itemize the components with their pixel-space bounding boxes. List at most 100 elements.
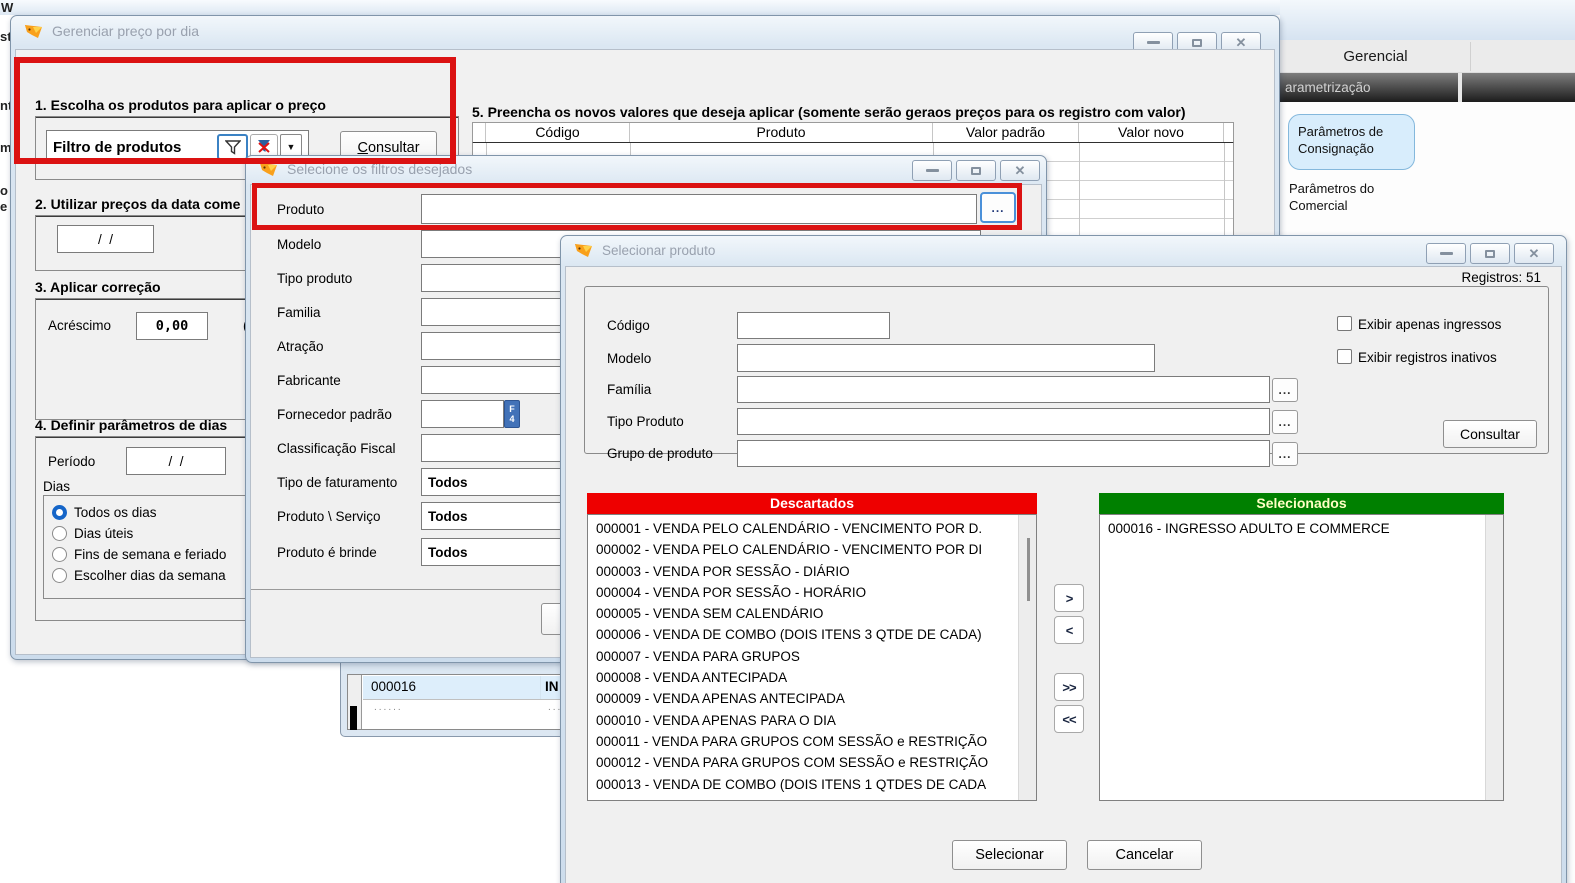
familia-lookup-button[interactable]: ... <box>1272 378 1298 402</box>
close-icon: ✕ <box>1529 247 1540 260</box>
window-selecionar-produto: Selecionar produto ✕ Registros: 51 Códig… <box>560 235 1567 883</box>
filter-icon-button[interactable] <box>217 134 248 160</box>
checkbox-label: Exibir registros inativos <box>1358 350 1497 365</box>
nav-item-parametros-consignacao[interactable]: Parâmetros de Consignação <box>1288 114 1415 170</box>
section4-heading: 4. Definir parâmetros de dias <box>35 417 251 438</box>
grid-cell-codigo: 000016 <box>363 676 541 699</box>
field-label: Modelo <box>277 237 321 252</box>
discarded-list[interactable]: 000001 - VENDA PELO CALENDÁRIO - VENCIME… <box>587 514 1037 801</box>
list-item[interactable]: 000003 - VENDA POR SESSÃO - DIÁRIO <box>588 561 1036 582</box>
tab-separator <box>1470 42 1471 71</box>
list-item[interactable]: 000016 - INGRESSO ADULTO E COMMERCE <box>1100 518 1503 539</box>
screen: W st nt m o e Gerencial arametrização Pa… <box>0 0 1575 883</box>
selected-header: Selecionados <box>1099 493 1504 514</box>
grid-header: Código Produto Valor padrão Valor novo <box>472 122 1234 144</box>
window-title: Selecione os filtros desejados <box>287 161 472 177</box>
tab-gerencial[interactable]: Gerencial <box>1283 40 1468 73</box>
field-label: Produto \ Serviço <box>277 509 381 524</box>
checkbox-exibir-ingressos[interactable] <box>1337 316 1352 331</box>
list-item[interactable]: 000008 - VENDA ANTECIPADA <box>588 667 1036 688</box>
periodo-input[interactable]: / / <box>126 447 226 475</box>
list-item[interactable]: 000006 - VENDA DE COMBO (DOIS ITENS 3 QT… <box>588 624 1036 645</box>
radio-label: Escolher dias da semana <box>74 568 226 583</box>
discarded-scrollbar[interactable] <box>1018 515 1036 800</box>
tipo-produto-input[interactable] <box>737 408 1270 435</box>
tipo-produto-lookup-button[interactable]: ... <box>1272 410 1298 434</box>
familia-input[interactable] <box>737 376 1270 403</box>
maximize-button[interactable] <box>1470 243 1510 264</box>
bg-text-fragment: o <box>0 183 8 198</box>
selected-scrollbar[interactable] <box>1485 515 1503 800</box>
grid-header-codigo: Código <box>486 123 630 142</box>
list-item[interactable]: 000007 - VENDA PARA GRUPOS <box>588 646 1036 667</box>
list-item[interactable]: 000010 - VENDA APENAS PARA O DIA <box>588 710 1036 731</box>
tab-bar: Gerencial <box>1280 40 1575 73</box>
close-icon: ✕ <box>1015 164 1026 177</box>
titlebar[interactable]: Gerenciar preço por dia <box>11 16 1279 46</box>
list-item[interactable]: 000004 - VENDA POR SESSÃO - HORÁRIO <box>588 582 1036 603</box>
codigo-input[interactable] <box>737 312 890 339</box>
search-groupbox: Código Modelo Família ... Tipo Produto .… <box>584 286 1549 454</box>
fox-app-icon <box>574 243 593 258</box>
move-right-button[interactable]: > <box>1054 584 1084 612</box>
menu-item-parametrizacao[interactable]: arametrização <box>1285 73 1371 102</box>
records-count: Registros: 51 <box>1461 270 1541 285</box>
field-label: Atração <box>277 339 324 354</box>
list-item[interactable]: 000011 - VENDA PARA GRUPOS COM SESSÃO e … <box>588 731 1036 752</box>
grupo-produto-lookup-button[interactable]: ... <box>1272 442 1298 466</box>
window-body: Registros: 51 Código Modelo Família ... … <box>565 266 1562 883</box>
produto-input[interactable] <box>421 194 977 224</box>
move-all-left-button[interactable]: << <box>1054 705 1084 733</box>
radio-todos-os-dias[interactable] <box>52 505 67 520</box>
modelo-input[interactable] <box>737 344 1155 372</box>
list-item[interactable]: 000009 - VENDA APENAS ANTECIPADA <box>588 688 1036 709</box>
maximize-button[interactable] <box>956 160 996 181</box>
titlebar[interactable]: Selecionar produto <box>561 236 1566 264</box>
date-commercial-input[interactable]: / / <box>57 225 154 253</box>
fornecedor-padrao-input[interactable] <box>421 400 504 428</box>
selected-list[interactable]: 000016 - INGRESSO ADULTO E COMMERCE <box>1099 514 1504 801</box>
selecionar-button[interactable]: Selecionar <box>952 840 1067 870</box>
grid-header-valor-padrao: Valor padrão <box>933 123 1079 142</box>
radio-dias-uteis[interactable] <box>52 526 67 541</box>
grupo-produto-input[interactable] <box>737 440 1270 467</box>
list-item[interactable]: 000012 - VENDA PARA GRUPOS COM SESSÃO e … <box>588 752 1036 773</box>
list-item[interactable]: 000002 - VENDA PELO CALENDÁRIO - VENCIME… <box>588 539 1036 560</box>
fox-app-icon <box>259 162 278 177</box>
section1-heading: 1. Escolha os produtos para aplicar o pr… <box>35 97 459 118</box>
nav-item-parametros-comercial[interactable]: Parâmetros do Comercial <box>1289 180 1409 214</box>
radio-fins-de-semana[interactable] <box>52 547 67 562</box>
checkbox-exibir-inativos[interactable] <box>1337 349 1352 364</box>
grid-header-valor-novo: Valor novo <box>1079 123 1224 142</box>
radio-escolher-dias[interactable] <box>52 568 67 583</box>
produto-lookup-button[interactable]: ... <box>980 192 1016 223</box>
grid-extra-header <box>1224 123 1233 142</box>
close-icon: ✕ <box>1236 36 1247 49</box>
close-button[interactable]: ✕ <box>1514 243 1554 264</box>
background-window-chrome <box>1280 0 1575 40</box>
f4-key-icon[interactable]: F 4 <box>504 400 520 428</box>
window-title: Selecionar produto <box>602 243 715 258</box>
grid-caret <box>350 706 357 730</box>
field-label: Modelo <box>607 351 651 366</box>
scrollbar-thumb[interactable] <box>1027 538 1030 601</box>
move-all-right-button[interactable]: >> <box>1054 673 1084 701</box>
acrescimo-label: Acréscimo <box>48 318 111 333</box>
list-item[interactable]: 000005 - VENDA SEM CALENDÁRIO <box>588 603 1036 624</box>
consultar-button[interactable]: Consultar <box>1443 420 1537 448</box>
cancelar-button[interactable]: Cancelar <box>1087 840 1202 870</box>
minimize-button[interactable] <box>1426 243 1466 264</box>
list-item[interactable]: 000013 - VENDA DE COMBO (DOIS ITENS 1 QT… <box>588 774 1036 795</box>
f4-top: F <box>509 404 515 414</box>
acrescimo-input[interactable]: 0,00 <box>136 312 208 340</box>
periodo-label: Período <box>48 454 95 469</box>
move-left-button[interactable]: < <box>1054 616 1084 644</box>
bg-text-fragment: W <box>1 0 13 15</box>
list-item[interactable]: 000001 - VENDA PELO CALENDÁRIO - VENCIME… <box>588 518 1036 539</box>
fox-app-icon <box>24 24 43 39</box>
maximize-icon <box>1192 39 1202 47</box>
close-button[interactable]: ✕ <box>1000 160 1040 181</box>
section5-heading: 5. Preencha os novos valores que deseja … <box>472 104 1238 120</box>
minimize-button[interactable] <box>912 160 952 181</box>
dias-label: Dias <box>43 479 70 494</box>
